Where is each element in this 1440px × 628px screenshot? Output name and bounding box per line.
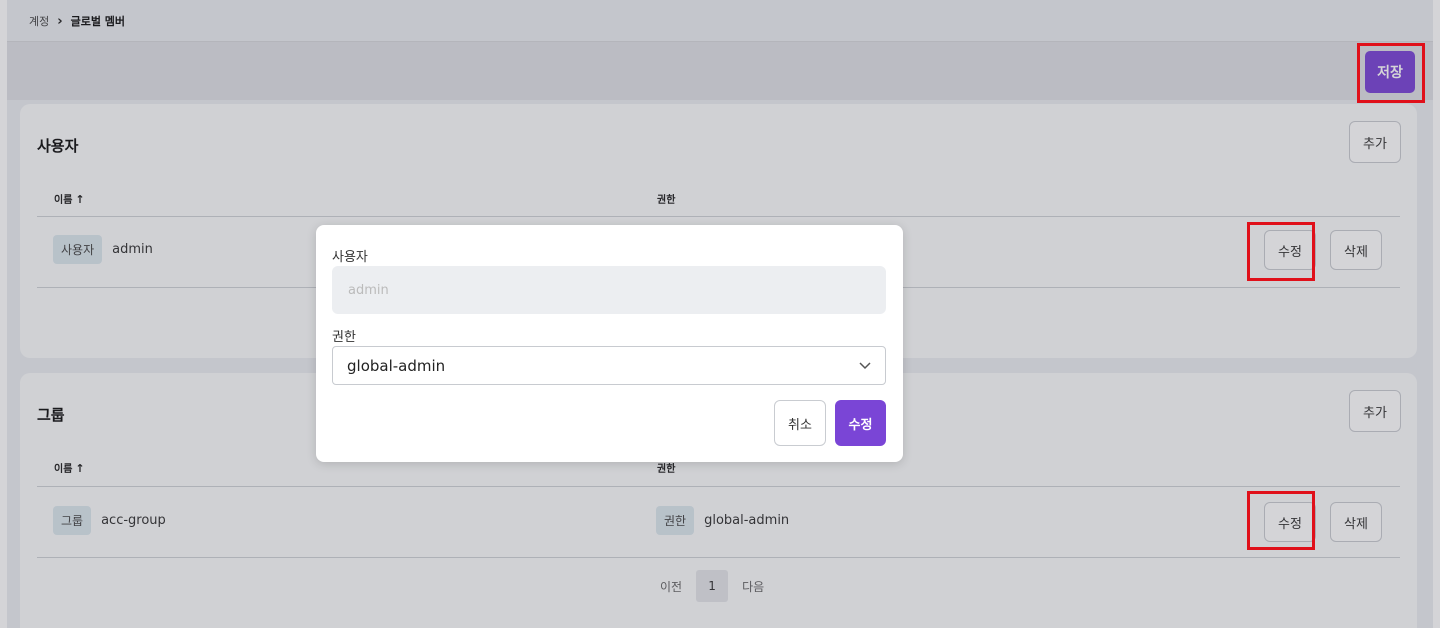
edit-group-highlight-box [1247,491,1315,550]
cancel-button[interactable]: 취소 [774,400,826,446]
modal-user-field [332,266,886,314]
edit-permission-dialog: 사용자 권한 global-admin 취소 수정 [316,225,903,462]
chevron-down-icon [859,359,871,373]
edit-user-highlight-box [1247,222,1315,281]
permission-select[interactable]: global-admin [332,346,886,385]
save-highlight-box [1357,43,1425,103]
modal-permission-label: 권한 [332,330,356,345]
permission-select-value: global-admin [347,356,446,375]
modal-user-label: 사용자 [332,250,368,265]
submit-edit-button[interactable]: 수정 [835,400,886,446]
